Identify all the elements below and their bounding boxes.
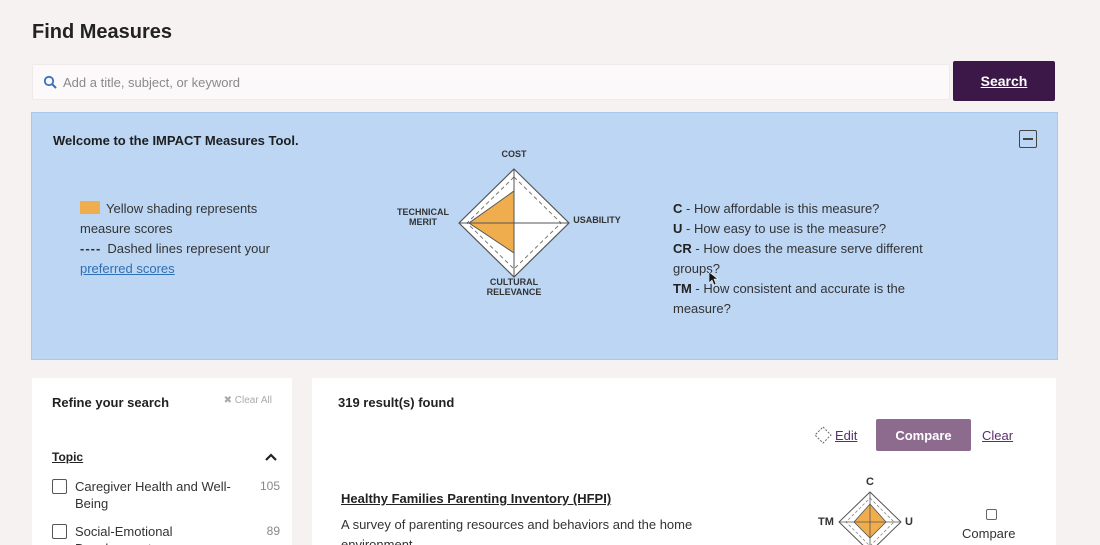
clear-all-label: Clear All <box>234 395 272 406</box>
diamond-icon <box>814 426 832 444</box>
edit-label: Edit <box>835 427 858 443</box>
result-radar-chart: C U TM <box>812 474 922 545</box>
radar-label-cost: COST <box>501 149 527 159</box>
radar-label-c: C <box>866 476 874 488</box>
close-icon: ✖ <box>223 395 232 406</box>
search-icon <box>43 75 57 89</box>
welcome-title: Welcome to the IMPACT Measures Tool. <box>53 133 299 148</box>
radar-label-cultural-relevance: CULTURAL RELEVANCE <box>479 277 549 297</box>
radar-label-tm: TM <box>818 516 834 528</box>
result-description: A survey of parenting resources and beha… <box>341 517 693 545</box>
compare-checkbox-label: Compare <box>962 526 1016 541</box>
refine-panel: Refine your search ✖ Clear All Topic Car… <box>32 378 292 545</box>
legend-dashed-text: Dashed lines represent your <box>107 241 270 256</box>
filter-count: 89 <box>266 524 280 538</box>
radar-legend-diagram: COST USABILITY CULTURAL RELEVANCE TECHNI… <box>387 143 627 303</box>
radar-label-usability: USABILITY <box>573 215 621 225</box>
filter-checkbox[interactable] <box>52 524 67 539</box>
edit-preferences-link[interactable]: Edit <box>814 426 857 444</box>
radar-label-technical: TECHNICAL <box>397 207 449 217</box>
preferred-scores-link[interactable]: preferred scores <box>80 261 175 276</box>
radar-label-relevance: RELEVANCE <box>486 287 542 297</box>
chevron-up-icon[interactable] <box>264 452 278 462</box>
clear-all-button[interactable]: ✖ Clear All <box>224 395 272 406</box>
score-definitions: C - How affordable is this measure? U - … <box>673 199 963 319</box>
mouse-cursor-icon <box>709 272 719 286</box>
legend-yellow-text: Yellow shading represents measure scores <box>80 201 258 236</box>
results-count: 319 result(s) found <box>338 395 455 410</box>
collapse-button[interactable] <box>1019 130 1037 148</box>
yellow-swatch-icon <box>80 201 100 214</box>
search-bar <box>32 64 950 100</box>
definition-item: U - How easy to use is the measure? <box>673 221 887 236</box>
page-title: Find Measures <box>32 21 173 43</box>
compare-checkbox[interactable] <box>986 509 997 520</box>
refine-title: Refine your search <box>52 395 170 410</box>
filter-count: 105 <box>259 479 280 493</box>
clear-link[interactable]: Clear <box>982 428 1013 443</box>
search-button[interactable]: Search <box>953 61 1055 101</box>
filter-label: Caregiver Health and Well-Being <box>75 479 231 511</box>
filter-item-social-emotional[interactable]: Social-Emotional Development 89 <box>52 523 280 545</box>
result-title-link[interactable]: Healthy Families Parenting Inventory (HF… <box>341 491 611 506</box>
legend: Yellow shading represents measure scores… <box>80 199 310 279</box>
definition-item: C - How affordable is this measure? <box>673 201 880 216</box>
welcome-panel: Welcome to the IMPACT Measures Tool. Yel… <box>31 112 1058 360</box>
radar-label-cultural: CULTURAL <box>489 277 539 287</box>
topic-filter-header[interactable]: Topic <box>52 450 83 464</box>
radar-label-merit: MERIT <box>409 217 437 227</box>
radar-label-u: U <box>905 516 913 528</box>
filter-label: Social-Emotional Development <box>75 524 173 545</box>
results-panel: 319 result(s) found Edit Compare Clear H… <box>312 378 1056 545</box>
radar-label-technical-merit: TECHNICAL MERIT <box>391 207 455 227</box>
filter-item-caregiver-health[interactable]: Caregiver Health and Well-Being 105 <box>52 478 280 514</box>
search-input[interactable] <box>63 74 923 90</box>
filter-checkbox[interactable] <box>52 479 67 494</box>
compare-button[interactable]: Compare <box>876 419 971 451</box>
dashed-line-icon: ---- <box>80 241 102 256</box>
